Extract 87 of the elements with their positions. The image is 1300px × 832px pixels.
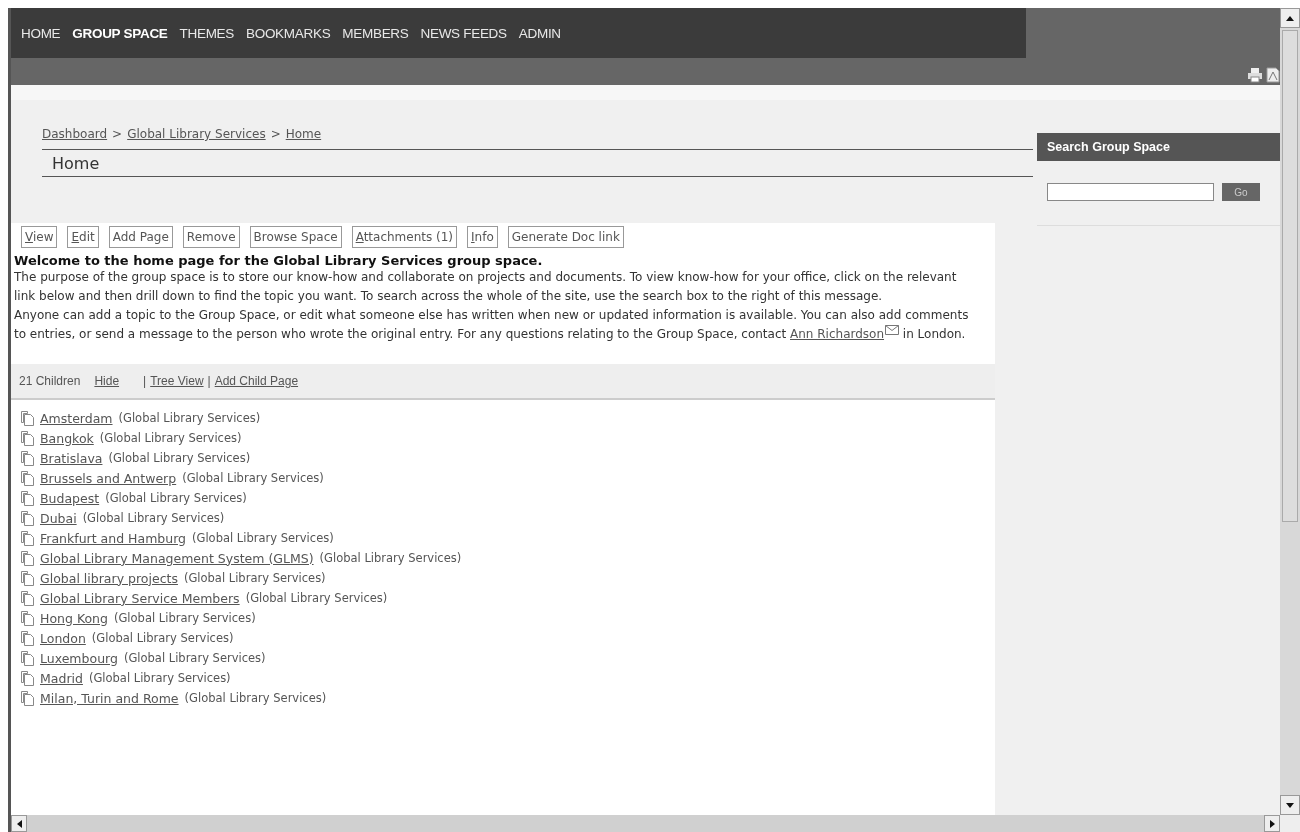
- contact-paragraph: Anyone can add a topic to the Group Space, or edit what someone else has written when new or updated information is available. You can also add comments to entries, or send a message to the person who wrote the original entry. For any questions relating to the Group Space, contact Ann Richardson in London.: [14, 307, 970, 343]
- scroll-down-icon[interactable]: [1286, 802, 1294, 808]
- space-name: (Global Library Services): [184, 691, 327, 705]
- pages-icon: [21, 650, 34, 666]
- space-name: (Global Library Services): [183, 571, 326, 585]
- space-name: (Global Library Services): [123, 651, 266, 665]
- space-name: (Global Library Services): [99, 431, 242, 445]
- pdf-document-icon[interactable]: [1266, 67, 1280, 83]
- child-page-link[interactable]: London: [40, 630, 86, 646]
- space-name: (Global Library Services): [192, 531, 334, 545]
- child-page-link[interactable]: Amsterdam: [40, 410, 113, 426]
- child-page-link[interactable]: Dubai: [40, 510, 77, 526]
- scroll-right-icon[interactable]: [1269, 819, 1275, 828]
- pages-icon: [21, 470, 34, 486]
- child-page-link[interactable]: Budapest: [40, 490, 100, 506]
- space-name: (Global Library Services): [245, 591, 388, 605]
- child-page-link[interactable]: Global Library Service Members: [40, 590, 240, 606]
- pages-icon: [21, 550, 34, 566]
- link-separator: |: [207, 374, 211, 388]
- pages-icon: [21, 610, 34, 626]
- child-page-link[interactable]: Milan, Turin and Rome: [40, 690, 179, 706]
- child-page-link[interactable]: Hong Kong: [40, 610, 108, 626]
- pages-icon: [21, 570, 34, 586]
- pages-icon: [21, 450, 34, 466]
- pages-icon: [21, 410, 34, 426]
- space-name: (Global Library Services): [105, 491, 247, 505]
- nav-tab[interactable]: MEMBERS: [342, 25, 409, 41]
- nav-tab[interactable]: NEWS FEEDS: [420, 25, 507, 41]
- pages-icon: [21, 630, 34, 646]
- child-page-link[interactable]: Bangkok: [40, 430, 94, 446]
- child-page-link[interactable]: Global library projects: [40, 570, 178, 586]
- pages-icon: [21, 430, 34, 446]
- page-title: Home: [52, 153, 100, 173]
- space-name: (Global Library Services): [118, 411, 261, 425]
- search-panel-title: Search Group Space: [1037, 133, 1280, 161]
- space-name: (Global Library Services): [182, 471, 324, 485]
- space-name: (Global Library Services): [91, 631, 234, 645]
- action-button[interactable]: Attachments (1): [351, 226, 458, 248]
- child-page-link[interactable]: Bratislava: [40, 450, 103, 466]
- children-link[interactable]: Tree View: [150, 374, 204, 388]
- welcome-heading: Welcome to the home page for the Global Library Services group space.: [14, 253, 544, 268]
- child-page-link[interactable]: Global Library Management System (GLMS): [40, 550, 314, 566]
- nav-tab[interactable]: HOME: [21, 25, 61, 41]
- child-page-link[interactable]: Frankfurt and Hamburg: [40, 530, 186, 546]
- pages-icon: [21, 510, 34, 526]
- breadcrumb-separator: >: [112, 127, 123, 143]
- space-name: (Global Library Services): [113, 611, 256, 625]
- space-name: (Global Library Services): [108, 451, 251, 465]
- action-button[interactable]: Info: [467, 226, 498, 248]
- go-button[interactable]: Go: [1222, 183, 1260, 201]
- pages-icon: [21, 530, 34, 546]
- link-separator: |: [143, 374, 147, 388]
- children-link[interactable]: Add Child Page: [214, 374, 299, 388]
- pages-icon: [21, 490, 34, 506]
- search-field[interactable]: [1047, 183, 1214, 201]
- breadcrumb-link[interactable]: Home: [285, 127, 322, 143]
- nav-tab[interactable]: THEMES: [179, 25, 234, 41]
- scroll-up-icon[interactable]: [1286, 15, 1294, 21]
- action-button[interactable]: Generate Doc link: [507, 226, 624, 248]
- nav-tab[interactable]: BOOKMARKS: [246, 25, 331, 41]
- space-name: (Global Library Services): [82, 511, 225, 525]
- breadcrumb-separator: >: [270, 127, 281, 143]
- action-button[interactable]: Edit: [67, 226, 99, 248]
- action-button[interactable]: Add Page: [108, 226, 173, 248]
- breadcrumb-link[interactable]: Dashboard: [42, 127, 108, 143]
- pages-icon: [21, 590, 34, 606]
- action-button[interactable]: View: [21, 226, 58, 248]
- breadcrumb-link[interactable]: Global Library Services: [127, 127, 266, 143]
- child-page-link[interactable]: Luxembourg: [40, 650, 118, 666]
- scroll-left-icon[interactable]: [16, 819, 22, 828]
- scrollbar-corner: [1280, 815, 1300, 832]
- space-name: (Global Library Services): [319, 551, 462, 565]
- nav-tab[interactable]: ADMIN: [518, 25, 561, 41]
- space-name: (Global Library Services): [88, 671, 231, 685]
- child-page-link[interactable]: Brussels and Antwerp: [40, 470, 177, 486]
- action-button[interactable]: Browse Space: [249, 226, 342, 248]
- nav-tab[interactable]: GROUP SPACE: [72, 25, 168, 41]
- pages-icon: [21, 670, 34, 686]
- action-button[interactable]: Remove: [182, 226, 240, 248]
- children-link[interactable]: Hide: [94, 374, 120, 388]
- pages-icon: [21, 690, 34, 706]
- children-count: 21 Children: [19, 374, 81, 388]
- printer-icon[interactable]: [1247, 67, 1263, 83]
- child-page-link[interactable]: Madrid: [40, 670, 83, 686]
- intro-paragraph: The purpose of the group space is to store our know-how and collaborate on projects and documents. To view know-how for your office, click on the relevant link below and then drill down to find the topic you want. To search across the whole of the site, use the search box to the right of this message.: [14, 269, 958, 305]
- envelope-icon[interactable]: [885, 325, 900, 335]
- contact-link[interactable]: Ann Richardson: [790, 327, 885, 341]
